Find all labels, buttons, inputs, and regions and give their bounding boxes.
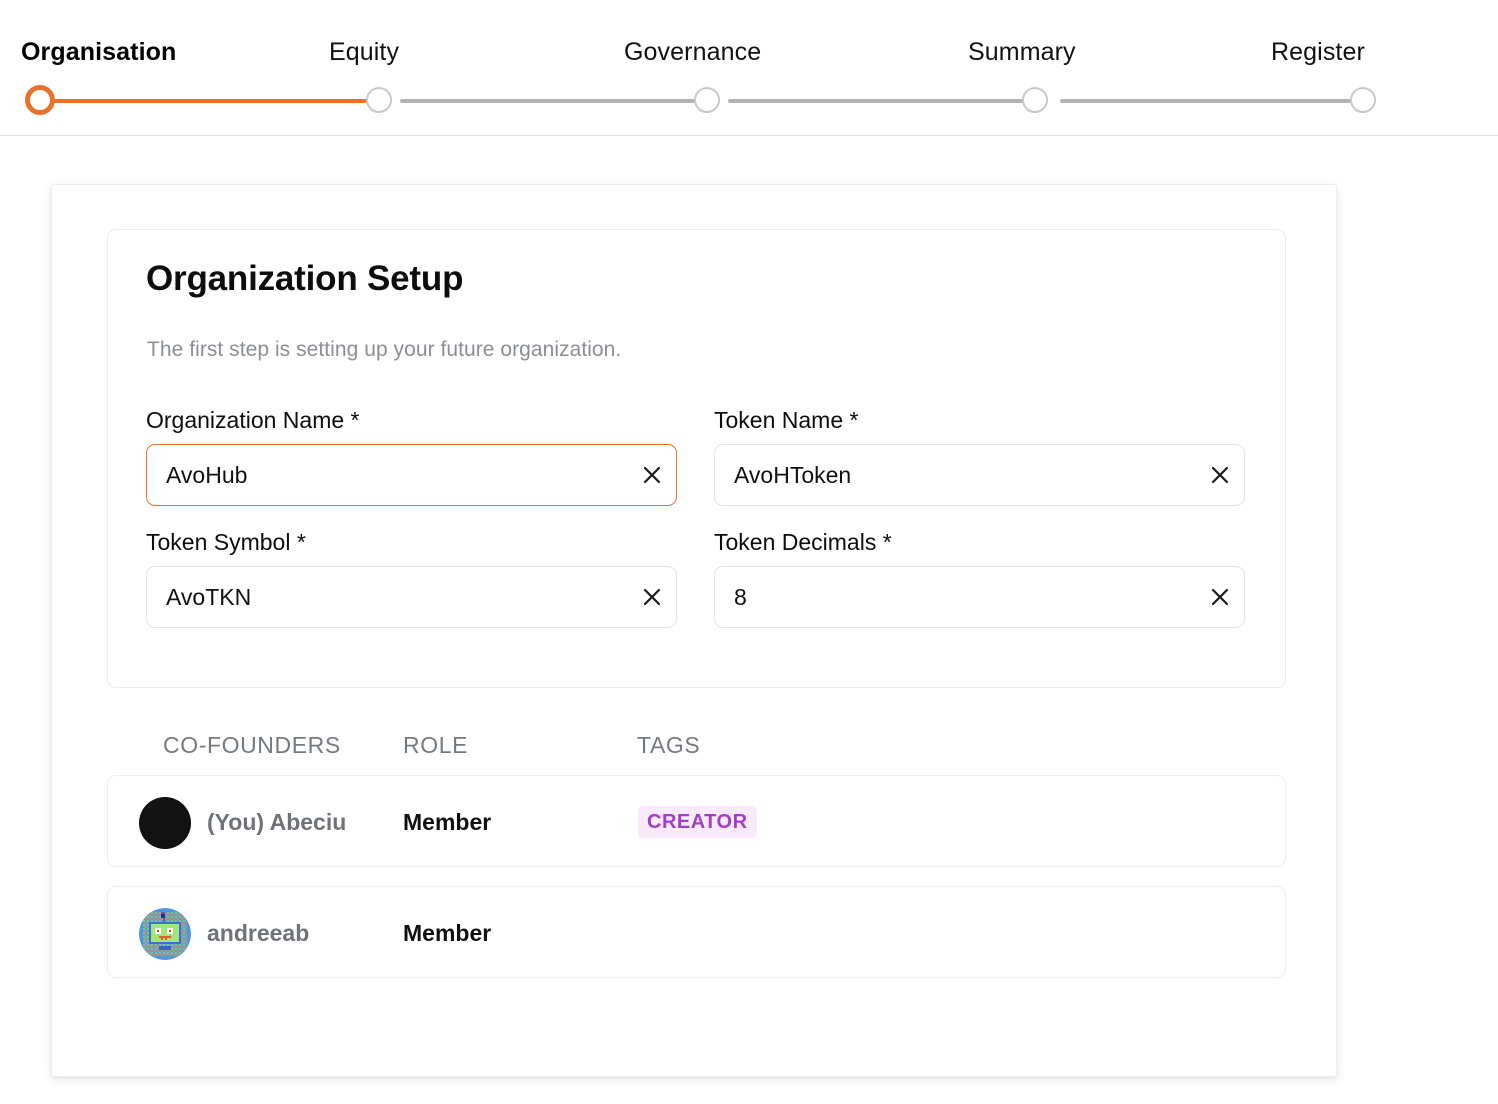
status-badge: CREATOR <box>638 806 757 838</box>
member-role: Member <box>403 920 492 946</box>
organization-name-value[interactable]: AvoHub <box>147 445 628 505</box>
table-row[interactable]: andreeab Member <box>107 886 1286 978</box>
step-dot-summary[interactable] <box>1022 87 1048 113</box>
step-dot-governance[interactable] <box>694 87 720 113</box>
step-label-governance[interactable]: Governance <box>624 32 761 72</box>
member-name: andreeab <box>207 920 310 946</box>
step-dot-register[interactable] <box>1350 87 1376 113</box>
close-icon[interactable] <box>628 445 676 505</box>
field-token-name: Token Name * AvoHToken <box>714 405 1245 506</box>
step-dot-organisation[interactable] <box>25 85 55 115</box>
label-token-name: Token Name * <box>714 407 859 433</box>
track-segment-4 <box>1060 99 1351 103</box>
organization-name-input[interactable]: AvoHub <box>146 444 677 506</box>
step-label-register[interactable]: Register <box>1271 32 1365 72</box>
column-header-role: ROLE <box>403 732 469 758</box>
page-subtitle: The first step is setting up your future… <box>147 338 622 361</box>
organisation-step-card: Organization Setup The first step is set… <box>51 184 1337 1077</box>
token-symbol-value[interactable]: AvoTKN <box>147 567 628 627</box>
track-segment-1 <box>39 99 367 103</box>
wizard-header: Organisation Equity Governance Summary R… <box>0 0 1498 136</box>
member-name: (You) Abeciu <box>207 809 347 835</box>
avatar <box>139 797 191 849</box>
member-role: Member <box>403 809 492 835</box>
token-decimals-input[interactable]: 8 <box>714 566 1245 628</box>
step-dot-equity[interactable] <box>366 87 392 113</box>
track-segment-2 <box>400 99 695 103</box>
step-label-equity[interactable]: Equity <box>329 32 399 72</box>
step-progress-track <box>21 85 1376 115</box>
wizard-stepper: Organisation Equity Governance Summary R… <box>21 0 1376 135</box>
organization-setup-panel: Organization Setup The first step is set… <box>107 229 1286 688</box>
token-name-value[interactable]: AvoHToken <box>715 445 1196 505</box>
column-header-tags: TAGS <box>637 732 701 758</box>
step-label-summary[interactable]: Summary <box>968 32 1076 72</box>
page-title: Organization Setup <box>146 259 464 298</box>
page-body: Organization Setup The first step is set… <box>0 136 1498 1104</box>
avatar <box>139 908 191 960</box>
close-icon[interactable] <box>1196 445 1244 505</box>
label-token-symbol: Token Symbol * <box>146 529 306 555</box>
track-segment-3 <box>728 99 1028 103</box>
table-header-row: CO-FOUNDERS ROLE TAGS <box>107 725 1286 775</box>
close-icon[interactable] <box>628 567 676 627</box>
label-organization-name: Organization Name * <box>146 407 360 433</box>
step-label-row: Organisation Equity Governance Summary R… <box>21 32 1365 72</box>
token-name-input[interactable]: AvoHToken <box>714 444 1245 506</box>
field-token-symbol: Token Symbol * AvoTKN <box>146 527 677 628</box>
column-header-cofounders: CO-FOUNDERS <box>163 732 341 758</box>
token-decimals-value[interactable]: 8 <box>715 567 1196 627</box>
token-symbol-input[interactable]: AvoTKN <box>146 566 677 628</box>
table-row[interactable]: (You) Abeciu Member CREATOR <box>107 775 1286 867</box>
field-token-decimals: Token Decimals * 8 <box>714 527 1245 628</box>
cofounders-table: CO-FOUNDERS ROLE TAGS (You) Abeciu Membe… <box>107 725 1286 997</box>
label-token-decimals: Token Decimals * <box>714 529 892 555</box>
close-icon[interactable] <box>1196 567 1244 627</box>
step-label-organisation[interactable]: Organisation <box>21 32 176 72</box>
field-organization-name: Organization Name * AvoHub <box>146 405 677 506</box>
